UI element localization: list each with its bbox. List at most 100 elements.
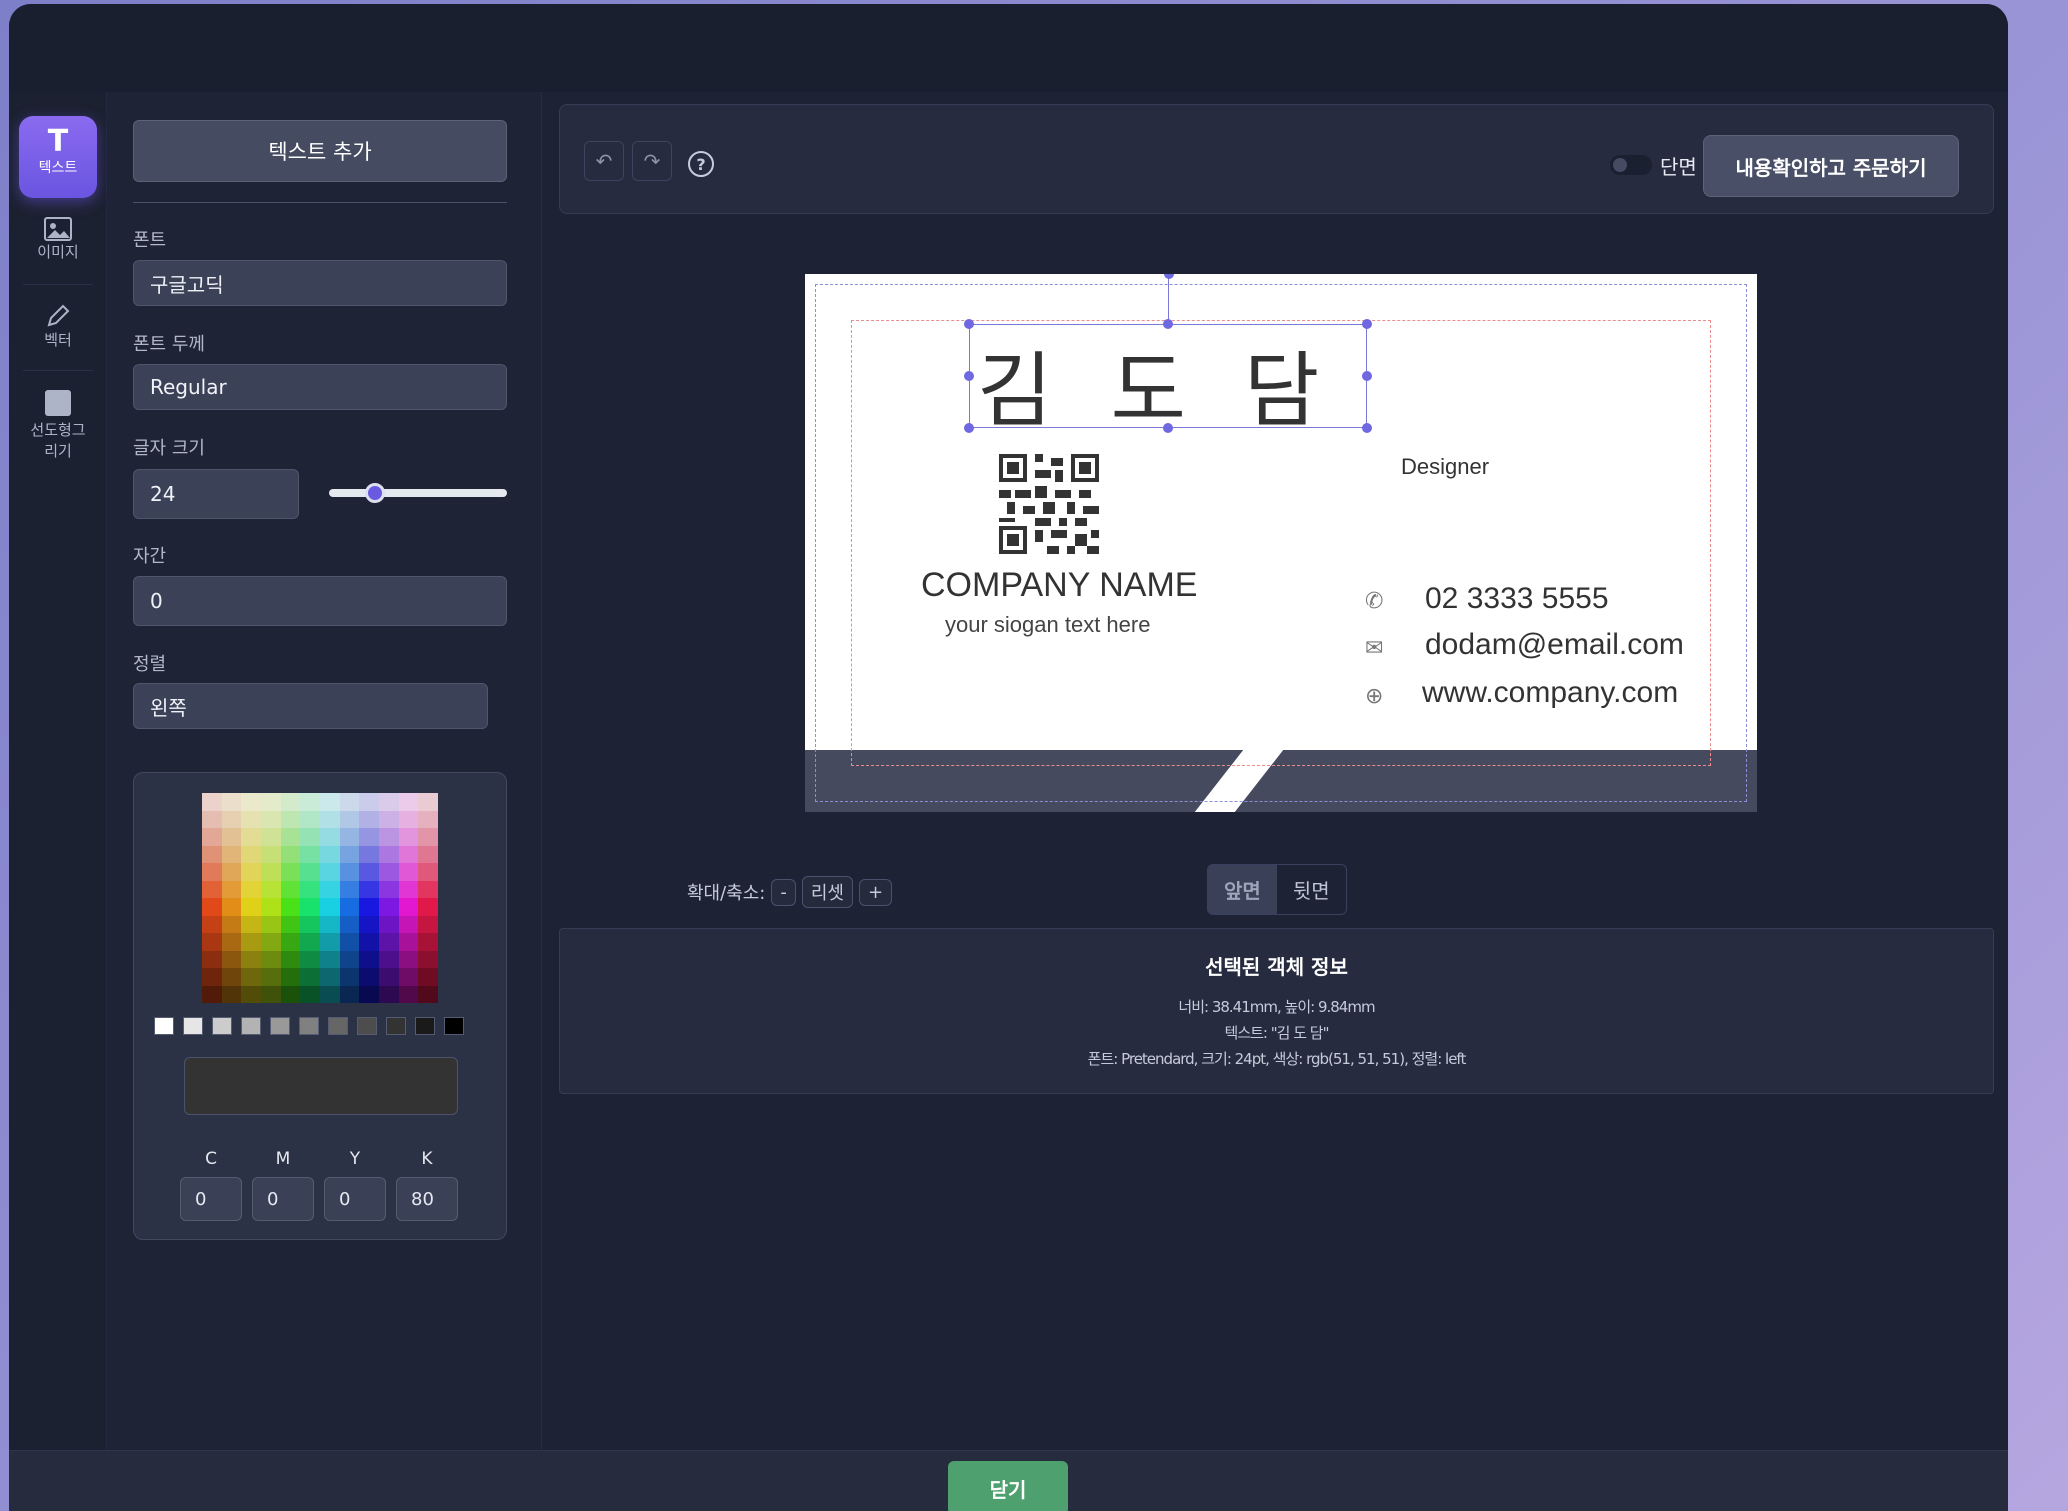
qr-code-image[interactable] (999, 454, 1099, 554)
palette-cell[interactable] (418, 880, 438, 898)
palette-cell[interactable] (418, 933, 438, 951)
palette-cell[interactable] (202, 828, 222, 846)
palette-cell[interactable] (378, 950, 399, 968)
palette-cell[interactable] (378, 968, 399, 986)
palette-cell[interactable] (300, 915, 320, 933)
palette-cell[interactable] (221, 810, 242, 828)
palette-cell[interactable] (221, 880, 242, 898)
gray-swatch[interactable] (444, 1017, 464, 1035)
palette-cell[interactable] (319, 793, 340, 811)
palette-cell[interactable] (221, 828, 242, 846)
gray-swatch[interactable] (299, 1017, 319, 1035)
palette-cell[interactable] (300, 985, 320, 1003)
resize-handle[interactable] (1163, 319, 1173, 329)
palette-cell[interactable] (280, 898, 301, 916)
palette-cell[interactable] (241, 828, 261, 846)
palette-cell[interactable] (280, 863, 301, 881)
palette-cell[interactable] (241, 898, 261, 916)
palette-cell[interactable] (319, 863, 340, 881)
resize-handle[interactable] (1362, 423, 1372, 433)
palette-cell[interactable] (241, 985, 261, 1003)
shape-tool-button[interactable]: 선도형그리기 (19, 388, 97, 468)
palette-cell[interactable] (398, 950, 419, 968)
palette-cell[interactable] (280, 915, 301, 933)
gray-swatch[interactable] (183, 1017, 203, 1035)
color-palette[interactable] (202, 793, 438, 1003)
palette-cell[interactable] (300, 950, 320, 968)
palette-cell[interactable] (319, 915, 340, 933)
rotate-handle[interactable] (1164, 274, 1174, 279)
palette-cell[interactable] (359, 915, 379, 933)
card-company-name[interactable]: COMPANY NAME (921, 566, 1197, 605)
single-side-toggle[interactable] (1610, 155, 1652, 175)
align-select[interactable]: 왼쪽 (133, 683, 488, 729)
cmyk-y-input[interactable]: 0 (324, 1177, 386, 1221)
palette-cell[interactable] (260, 845, 281, 863)
palette-cell[interactable] (359, 793, 379, 811)
palette-cell[interactable] (378, 915, 399, 933)
palette-cell[interactable] (202, 880, 222, 898)
palette-cell[interactable] (221, 915, 242, 933)
palette-cell[interactable] (319, 985, 340, 1003)
palette-cell[interactable] (221, 950, 242, 968)
palette-cell[interactable] (339, 880, 360, 898)
palette-cell[interactable] (418, 898, 438, 916)
help-button[interactable]: ? (688, 151, 714, 177)
palette-cell[interactable] (260, 793, 281, 811)
palette-cell[interactable] (319, 828, 340, 846)
cmyk-k-input[interactable]: 80 (396, 1177, 458, 1221)
palette-cell[interactable] (339, 863, 360, 881)
palette-cell[interactable] (398, 985, 419, 1003)
palette-cell[interactable] (359, 933, 379, 951)
card-phone[interactable]: 02 3333 5555 (1425, 582, 1609, 616)
palette-cell[interactable] (418, 950, 438, 968)
palette-cell[interactable] (359, 880, 379, 898)
palette-cell[interactable] (398, 898, 419, 916)
palette-cell[interactable] (300, 845, 320, 863)
palette-cell[interactable] (221, 793, 242, 811)
palette-cell[interactable] (339, 810, 360, 828)
palette-cell[interactable] (418, 915, 438, 933)
palette-cell[interactable] (398, 845, 419, 863)
palette-cell[interactable] (202, 845, 222, 863)
palette-cell[interactable] (418, 985, 438, 1003)
palette-cell[interactable] (398, 793, 419, 811)
palette-cell[interactable] (300, 810, 320, 828)
palette-cell[interactable] (378, 898, 399, 916)
palette-cell[interactable] (260, 828, 281, 846)
palette-cell[interactable] (378, 828, 399, 846)
palette-cell[interactable] (398, 828, 419, 846)
palette-cell[interactable] (260, 880, 281, 898)
palette-cell[interactable] (260, 863, 281, 881)
palette-cell[interactable] (221, 898, 242, 916)
palette-cell[interactable] (418, 810, 438, 828)
gray-swatch[interactable] (357, 1017, 377, 1035)
palette-cell[interactable] (202, 950, 222, 968)
palette-cell[interactable] (378, 810, 399, 828)
palette-cell[interactable] (418, 828, 438, 846)
font-size-slider[interactable] (329, 483, 507, 503)
palette-cell[interactable] (221, 985, 242, 1003)
palette-cell[interactable] (319, 810, 340, 828)
zoom-reset-button[interactable]: 리셋 (801, 876, 853, 908)
palette-cell[interactable] (300, 863, 320, 881)
palette-cell[interactable] (359, 985, 379, 1003)
palette-cell[interactable] (359, 968, 379, 986)
palette-cell[interactable] (339, 793, 360, 811)
zoom-in-button[interactable]: + (859, 878, 893, 906)
palette-cell[interactable] (339, 845, 360, 863)
palette-cell[interactable] (319, 880, 340, 898)
palette-cell[interactable] (241, 863, 261, 881)
palette-cell[interactable] (260, 985, 281, 1003)
palette-cell[interactable] (221, 968, 242, 986)
palette-cell[interactable] (300, 968, 320, 986)
zoom-out-button[interactable]: - (771, 878, 796, 906)
palette-cell[interactable] (359, 828, 379, 846)
palette-cell[interactable] (280, 880, 301, 898)
palette-cell[interactable] (300, 793, 320, 811)
palette-cell[interactable] (280, 950, 301, 968)
tab-front[interactable]: 앞면 (1208, 865, 1277, 914)
palette-cell[interactable] (339, 915, 360, 933)
order-button[interactable]: 내용확인하고 주문하기 (1703, 135, 1959, 197)
vector-tool-button[interactable]: 벡터 (19, 302, 97, 362)
